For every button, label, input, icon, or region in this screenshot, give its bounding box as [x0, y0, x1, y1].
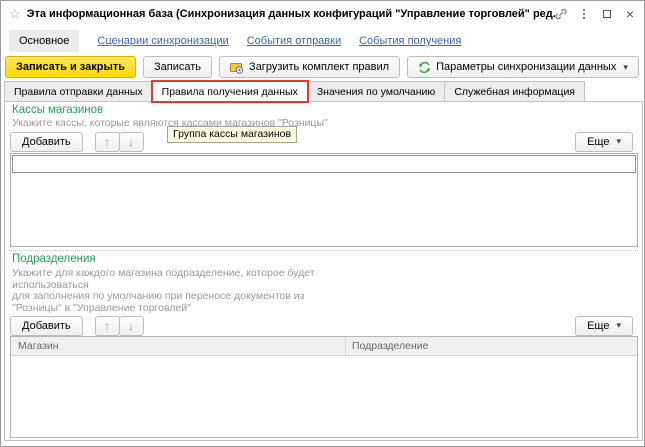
column-header-store[interactable]: Магазин [11, 337, 346, 355]
favorite-star-icon[interactable]: ☆ [9, 6, 21, 22]
nav-tab-main[interactable]: Основное [9, 30, 79, 52]
save-and-close-button[interactable]: Записать и закрыть [5, 56, 136, 78]
chevron-down-icon: ▾ [616, 320, 621, 331]
column-header-department[interactable]: Подразделение [346, 337, 637, 355]
arrow-up-icon: ↑ [104, 319, 110, 333]
toolbar: Записать и закрыть Записать Загрузить ко… [5, 55, 624, 79]
arrow-down-icon: ↓ [128, 135, 134, 149]
move-up-button[interactable]: ↑ [95, 132, 120, 152]
departments-more-button[interactable]: Еще ▾ [575, 316, 633, 336]
nav-tab-send-events[interactable]: События отправки [247, 35, 341, 47]
subtab-default-values[interactable]: Значения по умолчанию [307, 81, 445, 102]
move-up-button[interactable]: ↑ [95, 316, 120, 336]
load-rules-icon [230, 61, 244, 74]
maximize-icon[interactable] [601, 8, 613, 20]
cash-registers-list[interactable] [10, 153, 638, 247]
app-window: ☆ Эта информационная база (Синхронизация… [0, 0, 645, 447]
subtab-bar: Правила отправки данных Правила получени… [4, 81, 584, 102]
departments-hint: Укажите для каждого магазина подразделен… [12, 268, 315, 314]
cash-registers-section-title: Кассы магазинов [12, 104, 103, 116]
chevron-down-icon: ▾ [623, 62, 628, 73]
cash-registers-more-button[interactable]: Еще ▾ [575, 132, 633, 152]
get-link-icon[interactable] [555, 8, 567, 20]
cash-registers-list-focused-row[interactable] [12, 155, 636, 173]
section-separator [9, 250, 638, 251]
departments-table-header: Магазин Подразделение [11, 337, 637, 356]
move-down-button[interactable]: ↓ [119, 132, 144, 152]
kebab-menu-icon[interactable] [578, 8, 590, 20]
load-rules-button[interactable]: Загрузить комплект правил [219, 56, 400, 78]
arrow-down-icon: ↓ [128, 319, 134, 333]
departments-command-bar: Добавить ↑ ↓ Еще ▾ [10, 315, 633, 336]
window-controls: × [555, 8, 636, 20]
receive-rules-panel: Кассы магазинов Укажите кассы, которые я… [4, 101, 643, 441]
save-button[interactable]: Записать [143, 56, 212, 78]
chevron-down-icon: ▾ [616, 136, 621, 147]
window-title: Эта информационная база (Синхронизация д… [27, 8, 555, 20]
arrow-up-icon: ↑ [104, 135, 110, 149]
nav-tab-sync-scenarios[interactable]: Сценарии синхронизации [97, 35, 228, 47]
close-icon[interactable]: × [624, 8, 636, 20]
sync-icon [418, 61, 431, 74]
cash-registers-tooltip: Группа кассы магазинов [167, 126, 297, 143]
nav-tabs: Основное Сценарии синхронизации События … [9, 29, 636, 53]
move-down-button[interactable]: ↓ [119, 316, 144, 336]
departments-table-body[interactable] [11, 356, 637, 437]
departments-section-title: Подразделения [12, 253, 96, 265]
subtab-receive-rules[interactable]: Правила получения данных [152, 81, 308, 102]
subtab-send-rules[interactable]: Правила отправки данных [4, 81, 153, 102]
departments-add-button[interactable]: Добавить [10, 316, 83, 336]
sync-params-button[interactable]: Параметры синхронизации данных ▾ [407, 56, 639, 78]
titlebar: ☆ Эта информационная база (Синхронизация… [1, 1, 644, 27]
cash-registers-command-bar: Добавить ↑ ↓ Еще ▾ [10, 131, 633, 152]
subtab-service-info[interactable]: Служебная информация [444, 81, 585, 102]
departments-table[interactable]: Магазин Подразделение [10, 336, 638, 438]
cash-registers-add-button[interactable]: Добавить [10, 132, 83, 152]
nav-tab-receive-events[interactable]: События получения [359, 35, 461, 47]
